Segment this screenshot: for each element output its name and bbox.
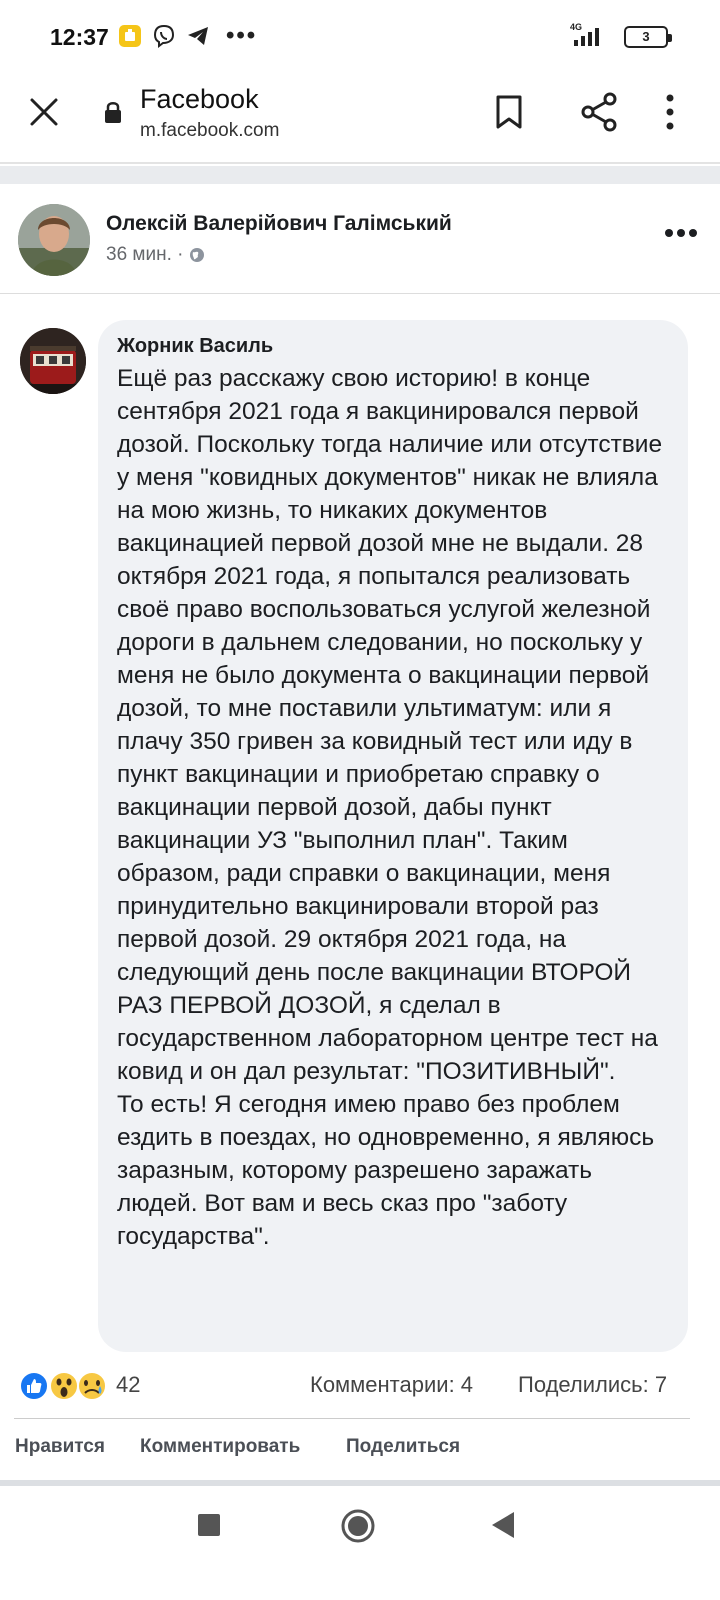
system-status-icons: 4G 3 <box>570 22 672 48</box>
post-actions: Нравится Комментировать Поделиться <box>0 1428 720 1478</box>
viber-icon <box>153 24 175 48</box>
page-url[interactable]: m.facebook.com <box>140 120 279 142</box>
more-notifications-icon: ••• <box>226 22 258 49</box>
status-time: 12:37 <box>50 24 109 50</box>
notification-app-icon <box>119 25 141 47</box>
reactions-summary: 42 Комментарии: 4 Поделились: 7 <box>0 1356 720 1414</box>
globe-icon <box>190 248 205 262</box>
shares-count[interactable]: Поделились: 7 <box>518 1372 667 1398</box>
separator <box>0 166 720 184</box>
like-button[interactable]: Нравится <box>15 1436 105 1458</box>
signal-icon: 4G <box>570 22 614 48</box>
commenter-name[interactable]: Жорник Василь <box>117 334 670 358</box>
reaction-icons[interactable] <box>18 1370 108 1402</box>
battery-level: 3 <box>642 29 650 44</box>
back-icon[interactable] <box>490 1510 516 1540</box>
author-avatar[interactable] <box>18 204 90 276</box>
home-icon[interactable] <box>340 1508 376 1544</box>
author-name[interactable]: Олексій Валерійович Галімський <box>106 212 452 236</box>
lock-icon <box>105 102 121 123</box>
bookmark-icon[interactable] <box>494 94 524 130</box>
comment-text: Ещё раз расскажу свою историю! в конце с… <box>117 362 670 1253</box>
telegram-icon <box>188 27 208 45</box>
post-meta: 36 мин. · <box>106 244 205 266</box>
comment-bubble: Жорник Василь Ещё раз расскажу свою исто… <box>98 320 688 1352</box>
comment-button[interactable]: Комментировать <box>140 1436 300 1458</box>
page-title: Facebook <box>140 84 259 114</box>
share-icon[interactable] <box>580 92 618 132</box>
post-time[interactable]: 36 мин. · <box>106 244 183 266</box>
post-more-icon[interactable] <box>664 228 698 238</box>
divider <box>14 1418 690 1419</box>
comment-paragraph: То есть! Я сегодня имею право без пробле… <box>117 1091 655 1250</box>
post-header: Олексій Валерійович Галімський 36 мин. · <box>0 184 720 294</box>
recent-apps-icon[interactable] <box>198 1514 220 1536</box>
close-icon[interactable] <box>28 96 60 128</box>
more-options-icon[interactable] <box>664 92 676 132</box>
commenter-avatar[interactable] <box>20 328 86 394</box>
comments-count[interactable]: Комментарии: 4 <box>310 1372 473 1398</box>
battery-icon: 3 <box>624 26 672 48</box>
share-button[interactable]: Поделиться <box>346 1436 460 1458</box>
system-nav-bar <box>0 1486 720 1600</box>
notification-icons: ••• <box>118 24 257 48</box>
browser-toolbar: Facebook m.facebook.com <box>0 80 720 164</box>
status-bar: 12:37 ••• 4G 3 <box>0 0 720 80</box>
reaction-count[interactable]: 42 <box>116 1372 140 1398</box>
comment-paragraph: Ещё раз расскажу свою историю! в конце с… <box>117 365 663 1085</box>
